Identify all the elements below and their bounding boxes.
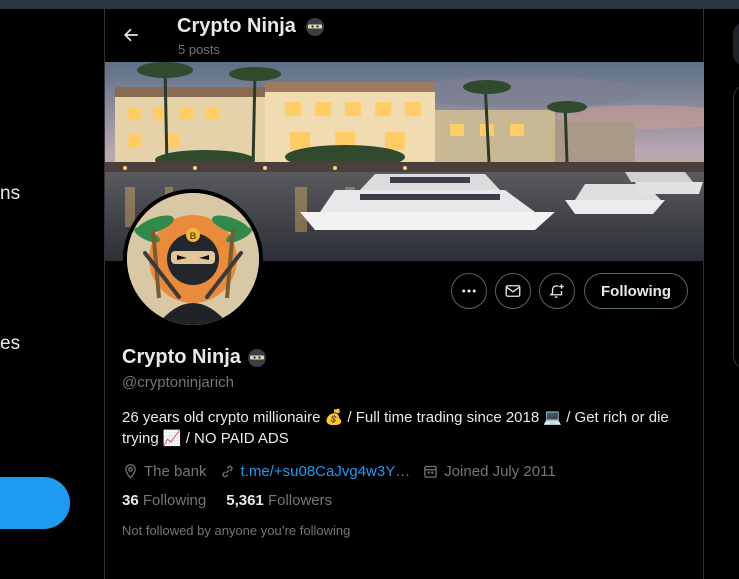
followers-label: Followers <box>267 492 333 509</box>
svg-text:B: B <box>190 231 197 241</box>
profile-column: Crypto Ninja 5 posts B Following Crypto … <box>104 9 704 579</box>
profile-name-text: Crypto Ninja <box>122 346 241 368</box>
ninja-avatar-illustration: B <box>127 193 259 325</box>
website-link[interactable]: t.me/+su08CaJvg4w3Y… <box>241 463 411 480</box>
bell-plus-icon <box>549 284 564 298</box>
location-text: The bank <box>144 462 207 480</box>
message-button[interactable] <box>495 273 531 309</box>
location-pin-icon <box>125 463 136 479</box>
location: The bank <box>122 463 207 480</box>
post-count: 5 posts <box>178 42 220 57</box>
nav-item-fragment[interactable]: es <box>0 333 20 355</box>
join-date: Joined July 2011 <box>422 462 556 480</box>
window-top-strip <box>0 0 739 9</box>
arrow-left-icon <box>123 28 138 42</box>
more-icon <box>462 289 476 293</box>
envelope-icon <box>505 285 521 297</box>
more-button[interactable] <box>451 273 487 309</box>
left-navigation: ns es <box>0 9 104 579</box>
profile-avatar[interactable]: B <box>123 189 263 329</box>
post-button[interactable] <box>0 477 70 529</box>
page-title: Crypto Ninja <box>177 15 325 38</box>
following-count-link[interactable]: 36 Following <box>122 492 206 509</box>
search-box[interactable] <box>733 22 739 66</box>
nav-item-fragment[interactable]: ns <box>0 183 20 205</box>
profile-header: Crypto Ninja 5 posts <box>105 9 705 62</box>
bio-line: trying 📈 / NO PAID ADS <box>122 430 289 447</box>
join-date-text: Joined July 2011 <box>444 462 556 480</box>
calendar-icon <box>424 465 438 478</box>
following-count: 36 <box>122 492 139 509</box>
website: t.me/+su08CaJvg4w3Y… <box>219 463 411 480</box>
page-title-text: Crypto Ninja <box>177 15 296 37</box>
ninja-emoji-icon <box>306 17 325 36</box>
profile-meta: The bank t.me/+su08CaJvg4w3Y… Joined Jul… <box>122 461 568 481</box>
following-button[interactable]: Following <box>584 273 688 309</box>
right-sidebar <box>705 9 739 579</box>
profile-bio: 26 years old crypto millionaire 💰 / Full… <box>122 407 692 449</box>
followed-by-note: Not followed by anyone you’re following <box>122 523 351 538</box>
following-label: Following <box>142 492 207 509</box>
sidebar-panel <box>733 84 739 370</box>
profile-handle: @cryptoninjarich <box>122 374 234 391</box>
link-icon <box>221 465 233 477</box>
back-button[interactable] <box>117 21 145 49</box>
followers-count-link[interactable]: 5,361 Followers <box>226 492 332 509</box>
ninja-emoji-icon <box>247 348 266 367</box>
follow-stats: 36 Following 5,361 Followers <box>122 492 332 509</box>
profile-name: Crypto Ninja <box>122 346 267 369</box>
bio-line: 26 years old crypto millionaire 💰 / Full… <box>122 409 669 426</box>
notifications-button[interactable] <box>539 273 575 309</box>
followers-count: 5,361 <box>226 492 264 509</box>
